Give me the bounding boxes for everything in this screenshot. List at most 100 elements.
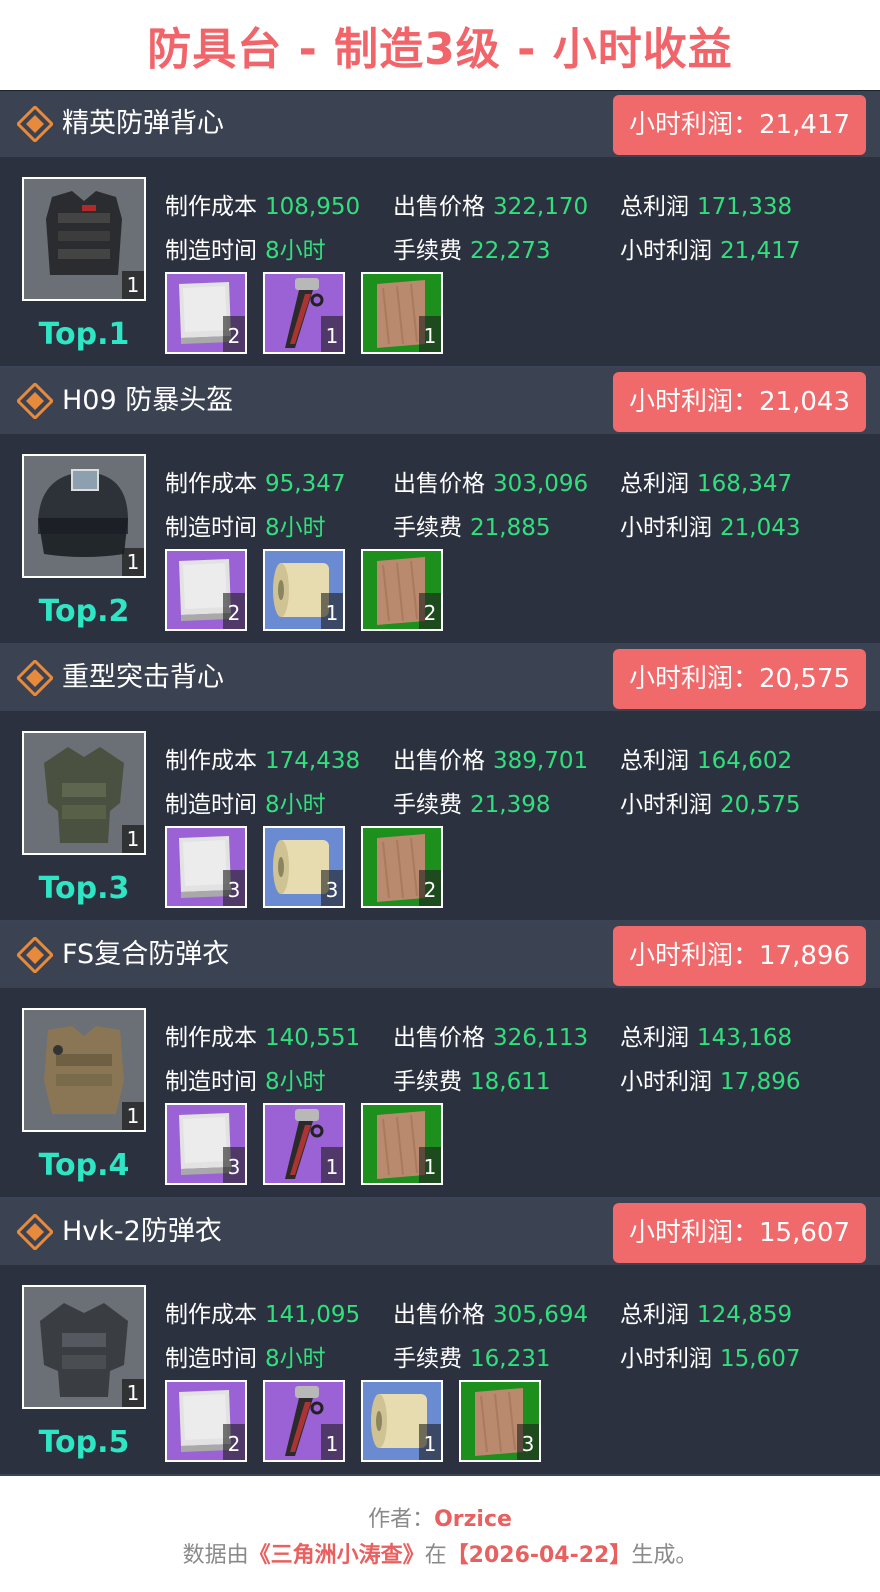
craft-card: 重型突击背心 小时利润：20,575 1 Top.3 制作成本 174,438 出售价格 38… <box>0 645 880 922</box>
item-name: Hvk-2防弹衣 <box>62 1216 222 1247</box>
stat-label: 手续费 <box>393 1346 462 1372</box>
item-image[interactable]: 1 <box>22 731 146 855</box>
craft-card: Hvk-2防弹衣 小时利润：15,607 1 Top.5 制作成本 141,095 出售价格… <box>0 1199 880 1476</box>
stat-value: 305,694 <box>493 1302 589 1328</box>
stat-label: 小时利润 <box>620 792 712 818</box>
material-count: 2 <box>223 593 245 629</box>
diamond-icon <box>15 381 55 421</box>
stat-cost: 制作成本 141,095 <box>165 1295 360 1329</box>
item-count: 1 <box>122 1379 144 1407</box>
hourly-profit-badge: 小时利润：20,575 <box>613 649 866 709</box>
card-header: Hvk-2防弹衣 小时利润：15,607 <box>0 1199 880 1265</box>
item-count: 1 <box>122 271 144 299</box>
stat-label: 手续费 <box>393 792 462 818</box>
item-image[interactable]: 1 <box>22 454 146 578</box>
item-name: 精英防弹背心 <box>62 108 224 139</box>
material-count: 2 <box>419 593 441 629</box>
craft-card: H09 防暴头盔 小时利润：21,043 1 Top.2 制作成本 95,347 出售价格 3… <box>0 368 880 645</box>
stat-value: 168,347 <box>697 471 793 497</box>
material-slot[interactable]: 1 <box>263 549 345 631</box>
stat-cost: 制作成本 140,551 <box>165 1018 360 1052</box>
stat-value: 8小时 <box>265 1069 326 1095</box>
material-slot[interactable]: 2 <box>165 549 247 631</box>
material-slot[interactable]: 2 <box>165 272 247 354</box>
stat-label: 出售价格 <box>393 1302 485 1328</box>
stat-value: 21,398 <box>470 792 551 818</box>
stat-total: 总利润 171,338 <box>620 187 792 221</box>
material-count: 3 <box>517 1424 539 1460</box>
hourly-profit-badge: 小时利润：17,896 <box>613 926 866 986</box>
material-slot[interactable]: 3 <box>165 826 247 908</box>
stat-sell: 出售价格 389,701 <box>393 741 588 775</box>
footer: 作者：Orzice 数据由《三角洲小涛查》在【2026-04-22】生成。 <box>0 1476 880 1574</box>
generated-suffix: 生成。 <box>631 1543 698 1568</box>
stat-time: 制造时间 8小时 <box>165 231 326 265</box>
material-count: 1 <box>419 1424 441 1460</box>
stat-sell: 出售价格 303,096 <box>393 464 588 498</box>
stat-value: 20,575 <box>720 792 801 818</box>
stat-label: 出售价格 <box>393 748 485 774</box>
material-slot[interactable]: 1 <box>263 1380 345 1462</box>
stat-value: 22,273 <box>470 238 551 264</box>
stat-value: 8小时 <box>265 792 326 818</box>
stat-value: 171,338 <box>697 194 793 220</box>
item-image[interactable]: 1 <box>22 177 146 301</box>
stat-label: 出售价格 <box>393 194 485 220</box>
stat-hourly: 小时利润 21,417 <box>620 231 800 265</box>
material-slot[interactable]: 1 <box>361 1103 443 1185</box>
stat-fee: 手续费 22,273 <box>393 231 550 265</box>
stat-value: 8小时 <box>265 1346 326 1372</box>
material-slot[interactable]: 3 <box>459 1380 541 1462</box>
stat-label: 制造时间 <box>165 1069 257 1095</box>
stat-value: 140,551 <box>265 1025 361 1051</box>
material-slot[interactable]: 1 <box>263 1103 345 1185</box>
stat-total: 总利润 124,859 <box>620 1295 792 1329</box>
item-image[interactable]: 1 <box>22 1008 146 1132</box>
item-image[interactable]: 1 <box>22 1285 146 1409</box>
stat-label: 小时利润 <box>620 238 712 264</box>
material-slot[interactable]: 1 <box>361 272 443 354</box>
page-title: 防具台 - 制造3级 - 小时收益 <box>147 24 733 75</box>
card-header: FS复合防弹衣 小时利润：17,896 <box>0 922 880 988</box>
stat-value: 21,417 <box>720 238 801 264</box>
stat-label: 手续费 <box>393 238 462 264</box>
crafting-list: 精英防弹背心 小时利润：21,417 1 Top.1 制作成本 108,950 出售价格 32… <box>0 90 880 1476</box>
material-slot[interactable]: 3 <box>263 826 345 908</box>
stat-total: 总利润 168,347 <box>620 464 792 498</box>
stat-cost: 制作成本 95,347 <box>165 464 345 498</box>
diamond-icon <box>15 104 55 144</box>
stat-label: 总利润 <box>620 1302 689 1328</box>
generated-prefix: 数据由 <box>182 1543 249 1568</box>
stat-value: 164,602 <box>697 748 793 774</box>
stat-value: 141,095 <box>265 1302 361 1328</box>
card-header: 精英防弹背心 小时利润：21,417 <box>0 91 880 157</box>
stat-label: 出售价格 <box>393 1025 485 1051</box>
material-slot[interactable]: 2 <box>361 826 443 908</box>
hourly-profit-badge: 小时利润：21,043 <box>613 372 866 432</box>
stat-fee: 手续费 18,611 <box>393 1062 550 1096</box>
diamond-icon <box>15 1212 55 1252</box>
material-count: 1 <box>321 1147 343 1183</box>
stat-label: 小时利润 <box>620 1069 712 1095</box>
material-slot[interactable]: 1 <box>263 272 345 354</box>
craft-card: 精英防弹背心 小时利润：21,417 1 Top.1 制作成本 108,950 出售价格 32… <box>0 91 880 368</box>
stat-total: 总利润 143,168 <box>620 1018 792 1052</box>
stat-fee: 手续费 21,885 <box>393 508 550 542</box>
material-count: 3 <box>223 870 245 906</box>
author-label: 作者： <box>368 1507 435 1532</box>
material-count: 3 <box>223 1147 245 1183</box>
rank-label: Top.3 <box>38 871 130 906</box>
stat-label: 出售价格 <box>393 471 485 497</box>
material-count: 1 <box>321 593 343 629</box>
stat-time: 制造时间 8小时 <box>165 785 326 819</box>
material-slot[interactable]: 1 <box>361 1380 443 1462</box>
item-name: 重型突击背心 <box>62 662 224 693</box>
material-count: 2 <box>419 870 441 906</box>
stat-hourly: 小时利润 17,896 <box>620 1062 800 1096</box>
material-slot[interactable]: 2 <box>165 1380 247 1462</box>
stat-value: 143,168 <box>697 1025 793 1051</box>
card-header: H09 防暴头盔 小时利润：21,043 <box>0 368 880 434</box>
material-slot[interactable]: 2 <box>361 549 443 631</box>
stat-time: 制造时间 8小时 <box>165 508 326 542</box>
material-slot[interactable]: 3 <box>165 1103 247 1185</box>
